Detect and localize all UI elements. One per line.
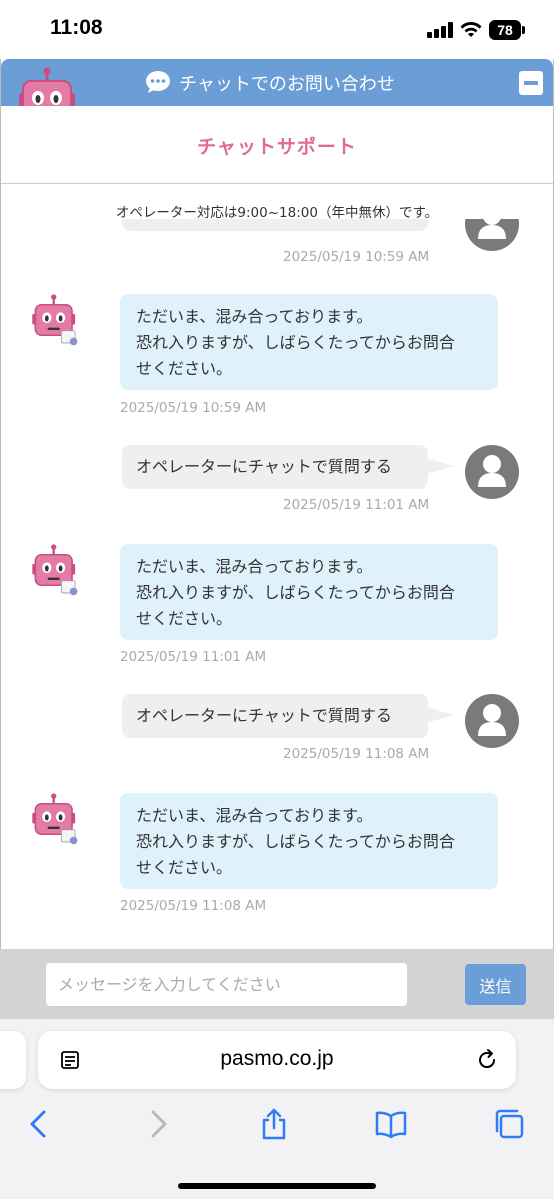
bot-message-line: ただいま、混み合っております。	[136, 557, 373, 576]
bot-message: ただいま、混み合っております。 恐れ入りますが、しばらくたってからお問合 せくだ…	[120, 793, 498, 889]
user-message: オペレーターにチャットで質問する	[122, 694, 454, 738]
bot-message-line: せください。	[136, 359, 233, 378]
chat-header-title: チャットでのお問い合わせ	[179, 74, 395, 95]
bot-message-line: 恐れ入りますが、しばらくたってからお問合	[136, 333, 455, 352]
message-list[interactable]: 2025/05/19 10:59 AM ただいま、混み合っております。 恐れ入り…	[1, 219, 553, 949]
bot-message-line: 恐れ入りますが、しばらくたってからお問合	[136, 832, 455, 851]
back-icon[interactable]	[22, 1107, 56, 1141]
user-message: オペレーターにチャットで質問する	[122, 445, 454, 489]
robot-icon	[32, 793, 78, 845]
signal-icon	[427, 22, 453, 38]
status-bar: 11:08 78	[0, 0, 554, 60]
user-message	[122, 219, 428, 231]
send-button[interactable]: 送信	[465, 964, 526, 1005]
message-timestamp: 2025/05/19 10:59 AM	[283, 249, 430, 265]
bot-message-line: せください。	[136, 609, 233, 628]
status-time: 11:08	[50, 16, 103, 39]
bookmarks-icon[interactable]	[374, 1107, 408, 1141]
message-timestamp: 2025/05/19 10:59 AM	[120, 400, 267, 416]
bot-message: ただいま、混み合っております。 恐れ入りますが、しばらくたってからお問合 せくだ…	[120, 294, 498, 390]
reload-icon[interactable]	[475, 1048, 499, 1072]
chat-header[interactable]: チャットでのお問い合わせ	[1, 59, 553, 106]
address-bar[interactable]: pasmo.co.jp	[38, 1031, 516, 1089]
bot-message-line: 恐れ入りますが、しばらくたってからお問合	[136, 583, 455, 602]
message-timestamp: 2025/05/19 11:08 AM	[120, 898, 267, 914]
robot-icon	[32, 544, 78, 596]
message-input-bar: 送信	[0, 949, 554, 1019]
forward-icon[interactable]	[141, 1107, 175, 1141]
robot-icon	[32, 294, 78, 346]
bot-message-line: ただいま、混み合っております。	[136, 307, 373, 326]
chat-widget: チャットでのお問い合わせ チャットサポート オペレーター対応は9:00~18:0…	[0, 59, 554, 949]
home-indicator	[178, 1183, 376, 1189]
previous-tab[interactable]	[0, 1031, 26, 1089]
battery-icon: 78	[489, 20, 521, 40]
user-avatar-icon	[465, 445, 519, 499]
message-timestamp: 2025/05/19 11:08 AM	[283, 746, 430, 762]
support-bar: チャットサポート	[1, 106, 553, 184]
chat-bubble-icon	[146, 71, 170, 93]
message-timestamp: 2025/05/19 11:01 AM	[120, 649, 267, 665]
battery-tip	[522, 26, 525, 34]
share-icon[interactable]	[257, 1107, 291, 1141]
minimize-button[interactable]	[519, 71, 543, 95]
wifi-icon	[460, 22, 482, 37]
bot-message-line: ただいま、混み合っております。	[136, 806, 373, 825]
tabs-icon[interactable]	[492, 1107, 526, 1141]
url-text: pasmo.co.jp	[220, 1047, 334, 1070]
bot-message-line: せください。	[136, 858, 233, 877]
user-avatar-icon	[465, 694, 519, 748]
browser-toolbar: pasmo.co.jp	[0, 1019, 554, 1199]
message-input[interactable]	[46, 963, 407, 1006]
support-title: チャットサポート	[197, 136, 357, 158]
user-avatar-icon	[465, 219, 519, 251]
bot-message: ただいま、混み合っております。 恐れ入りますが、しばらくたってからお問合 せくだ…	[120, 544, 498, 640]
message-timestamp: 2025/05/19 11:01 AM	[283, 497, 430, 513]
operator-hours-notice: オペレーター対応は9:00~18:00（年中無休）です。	[115, 205, 439, 221]
